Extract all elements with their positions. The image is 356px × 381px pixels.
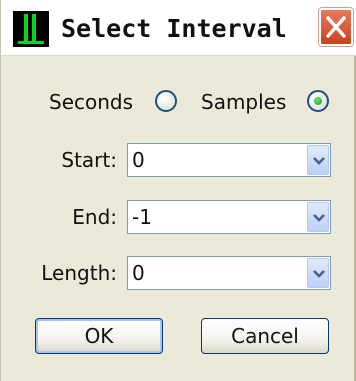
length-label: Length: <box>41 261 117 285</box>
seconds-radio[interactable] <box>155 90 177 112</box>
close-button[interactable] <box>319 8 353 46</box>
start-value: 0 <box>132 148 145 172</box>
app-waveform-icon <box>13 11 49 47</box>
start-dropdown-button[interactable] <box>307 145 329 175</box>
end-value: -1 <box>132 205 152 229</box>
chevron-down-icon <box>313 270 325 278</box>
samples-radio[interactable] <box>307 90 329 112</box>
chevron-down-icon <box>313 214 325 222</box>
end-combo[interactable]: -1 <box>127 200 331 234</box>
chevron-down-icon <box>313 157 325 165</box>
length-combo[interactable]: 0 <box>127 256 331 290</box>
samples-label: Samples <box>201 90 287 114</box>
radio-selected-dot <box>314 97 322 105</box>
window-title: Select Interval <box>61 14 287 43</box>
length-value: 0 <box>132 261 145 285</box>
length-dropdown-button[interactable] <box>307 258 329 288</box>
cancel-button[interactable]: Cancel <box>201 318 329 354</box>
ok-button[interactable]: OK <box>35 318 163 354</box>
select-interval-dialog: Select Interval Seconds Samples Start: 0… <box>0 0 356 381</box>
title-bar: Select Interval <box>1 0 356 56</box>
start-label: Start: <box>61 148 117 172</box>
end-label: End: <box>72 205 117 229</box>
seconds-label: Seconds <box>49 90 134 114</box>
end-dropdown-button[interactable] <box>307 202 329 232</box>
close-icon <box>326 16 346 38</box>
start-combo[interactable]: 0 <box>127 143 331 177</box>
